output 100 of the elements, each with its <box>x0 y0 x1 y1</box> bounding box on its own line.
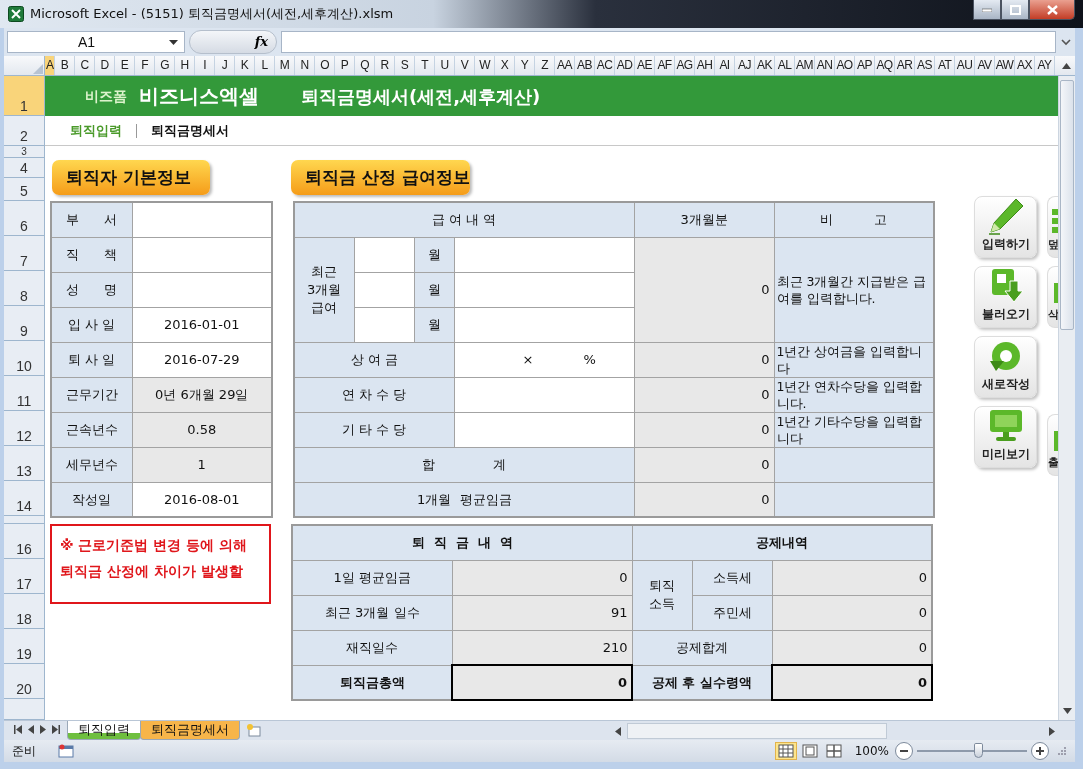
column-header[interactable]: AY <box>1035 56 1055 75</box>
row-header[interactable]: 16 <box>4 524 45 559</box>
macro-record-icon[interactable] <box>58 744 74 758</box>
column-header[interactable]: I <box>195 56 215 75</box>
column-header[interactable]: AA <box>555 56 575 75</box>
macro-button[interactable]: 입력하기 <box>974 196 1038 258</box>
row-header[interactable]: 14 <box>4 481 45 516</box>
column-header[interactable]: R <box>375 56 395 75</box>
scroll-up-icon[interactable] <box>1062 62 1071 69</box>
column-header[interactable]: AV <box>975 56 995 75</box>
column-header[interactable]: B <box>55 56 75 75</box>
row-header[interactable]: 19 <box>4 629 45 664</box>
column-header[interactable]: AU <box>955 56 975 75</box>
macro-button[interactable]: 새로작성 <box>974 336 1038 398</box>
zoom-in-button[interactable] <box>1031 742 1049 760</box>
column-header[interactable]: AK <box>755 56 775 75</box>
column-header[interactable]: Z <box>535 56 555 75</box>
row-header[interactable]: 2 <box>4 116 45 146</box>
column-header[interactable]: U <box>435 56 455 75</box>
column-header[interactable]: AR <box>895 56 915 75</box>
column-header[interactable]: V <box>455 56 475 75</box>
column-header[interactable]: X <box>495 56 515 75</box>
column-header[interactable]: AD <box>615 56 635 75</box>
column-header[interactable]: J <box>215 56 235 75</box>
macro-button[interactable]: 불러오기 <box>974 266 1038 328</box>
minimize-button[interactable] <box>973 0 1001 20</box>
last-sheet-icon[interactable] <box>52 725 60 734</box>
row-header[interactable]: 20 <box>4 664 45 699</box>
row-header[interactable]: 11 <box>4 376 45 411</box>
row-header[interactable]: 5 <box>4 178 45 201</box>
column-header[interactable]: Q <box>355 56 375 75</box>
column-header[interactable]: AI <box>715 56 735 75</box>
row-header[interactable]: 17 <box>4 559 45 594</box>
row-header[interactable]: 1 <box>4 76 45 116</box>
row-header[interactable]: 8 <box>4 271 45 306</box>
column-header[interactable]: AG <box>675 56 695 75</box>
column-header[interactable]: AL <box>775 56 795 75</box>
column-header[interactable]: AH <box>695 56 715 75</box>
row-header[interactable]: 9 <box>4 306 45 341</box>
macro-button[interactable]: 미리보기 <box>974 406 1038 468</box>
column-header[interactable]: AX <box>1015 56 1035 75</box>
expand-chevron-icon[interactable] <box>1060 38 1072 46</box>
column-header[interactable]: H <box>175 56 195 75</box>
column-header[interactable]: AB <box>575 56 595 75</box>
zoom-out-button[interactable] <box>895 742 913 760</box>
row-header[interactable]: 12 <box>4 411 45 446</box>
close-button[interactable] <box>1029 0 1075 20</box>
column-header[interactable]: P <box>335 56 355 75</box>
slider-thumb[interactable] <box>973 743 983 758</box>
column-header[interactable]: M <box>275 56 295 75</box>
column-header[interactable]: AN <box>815 56 835 75</box>
column-header[interactable]: K <box>235 56 255 75</box>
first-sheet-icon[interactable] <box>14 725 22 734</box>
column-header[interactable]: AQ <box>875 56 895 75</box>
zoom-level[interactable]: 100% <box>854 742 889 760</box>
column-header[interactable]: N <box>295 56 315 75</box>
insert-function-button[interactable]: fx <box>189 30 277 54</box>
column-header[interactable]: AE <box>635 56 655 75</box>
sheet-tab[interactable]: 퇴직금명세서 <box>140 721 240 740</box>
column-header[interactable]: F <box>135 56 155 75</box>
column-header[interactable]: AO <box>835 56 855 75</box>
column-header[interactable]: AM <box>795 56 815 75</box>
formula-input[interactable] <box>281 31 1056 53</box>
column-header[interactable]: E <box>115 56 135 75</box>
column-header[interactable]: D <box>95 56 115 75</box>
row-header[interactable]: 6 <box>4 201 45 236</box>
column-header[interactable]: AP <box>855 56 875 75</box>
row-header[interactable]: 10 <box>4 341 45 376</box>
row-header[interactable]: 18 <box>4 594 45 629</box>
column-header[interactable]: S <box>395 56 415 75</box>
column-header[interactable]: AC <box>595 56 615 75</box>
view-button[interactable] <box>774 742 797 760</box>
column-header[interactable]: AW <box>995 56 1015 75</box>
column-header[interactable]: AJ <box>735 56 755 75</box>
nav-link[interactable]: 퇴직입력 <box>70 120 122 141</box>
column-header[interactable]: G <box>155 56 175 75</box>
row-header[interactable]: 7 <box>4 236 45 271</box>
column-header[interactable]: C <box>75 56 95 75</box>
column-header[interactable]: Y <box>515 56 535 75</box>
column-header[interactable]: T <box>415 56 435 75</box>
scroll-down-icon[interactable] <box>1062 708 1072 714</box>
next-sheet-icon[interactable] <box>40 725 46 734</box>
name-box[interactable]: A1 <box>7 31 185 53</box>
column-header[interactable]: W <box>475 56 495 75</box>
row-header[interactable]: 13 <box>4 446 45 481</box>
column-header[interactable]: O <box>315 56 335 75</box>
maximize-button[interactable] <box>1001 0 1029 20</box>
scrollbar-thumb[interactable] <box>1060 80 1074 330</box>
previous-sheet-icon[interactable] <box>28 725 34 734</box>
scrollbar-thumb[interactable] <box>627 723 887 739</box>
column-header[interactable]: AT <box>935 56 955 75</box>
scroll-right-icon[interactable] <box>1049 726 1055 736</box>
column-header[interactable]: L <box>255 56 275 75</box>
column-header[interactable]: AF <box>655 56 675 75</box>
row-header[interactable]: 4 <box>4 158 45 178</box>
column-header[interactable]: AS <box>915 56 935 75</box>
column-header[interactable]: A <box>45 56 55 75</box>
nav-link[interactable]: 퇴직금명세서 <box>151 120 229 141</box>
row-header[interactable]: 3 <box>4 146 45 158</box>
scroll-left-icon[interactable] <box>615 726 621 736</box>
